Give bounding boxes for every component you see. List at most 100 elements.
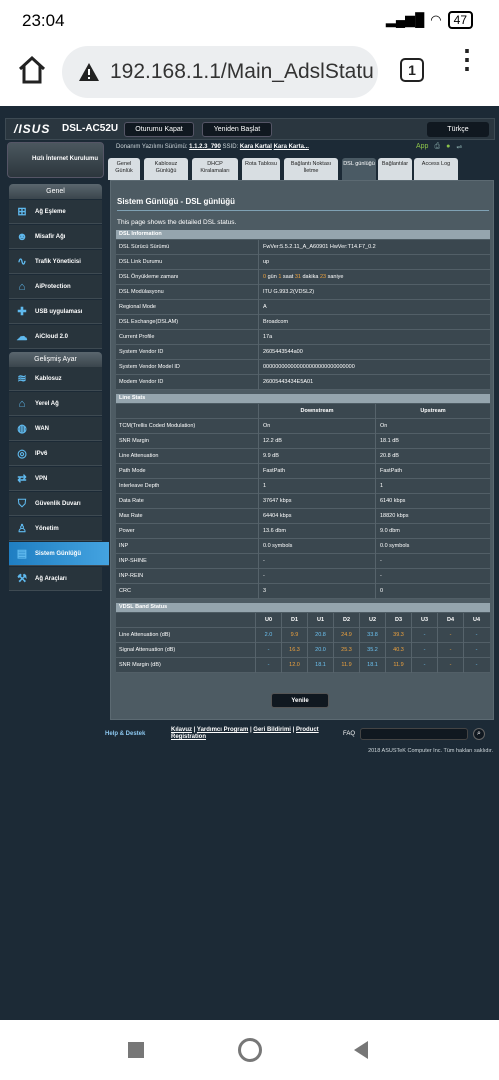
recents-icon[interactable]: [128, 1042, 144, 1058]
row-value: 26005443434E5A01: [258, 375, 490, 390]
downstream-value: 1: [258, 479, 375, 494]
footer-links: Kılavuz | Yardımcı Program | Geri Bildir…: [171, 727, 319, 740]
warning-icon[interactable]: [78, 62, 100, 82]
log-tab[interactable]: DSL günlüğü: [342, 158, 376, 180]
sidebar-item-label: Yerel Ağ: [35, 400, 59, 407]
band-value: -: [437, 658, 463, 673]
app-icon[interactable]: App: [416, 143, 428, 151]
table-row: Current Profile 17a: [116, 330, 490, 345]
upstream-header: Upstream: [375, 404, 490, 419]
dsl-info-header: DSL Information: [116, 230, 490, 239]
row-label: TCM(Trellis Coded Modulation): [119, 423, 196, 429]
back-icon[interactable]: [352, 1040, 370, 1060]
table-row: Max Rate 64404 kbps 18820 kbps: [116, 509, 490, 524]
quick-setup-button[interactable]: Hızlı İnternet Kurulumu: [7, 142, 104, 178]
sidebar-item[interactable]: ☁ AiCloud 2.0: [9, 325, 102, 349]
feedback-link[interactable]: Geri Bildirimi: [253, 727, 291, 733]
table-row: TCM(Trellis Coded Modulation) On On: [116, 419, 490, 434]
sidebar-item[interactable]: ⛉ Güvenlik Duvarı: [9, 492, 102, 516]
band-value: 11.9: [333, 658, 359, 673]
row-label: INP: [119, 543, 129, 549]
table-row: Path Mode FastPath FastPath: [116, 464, 490, 479]
sidebar-item[interactable]: ≋ Kablosuz: [9, 367, 102, 391]
row-label: DSL Modülasyonu: [119, 289, 164, 295]
sidebar-item[interactable]: ▤ Sistem Günlüğü: [9, 542, 109, 566]
row-value: ITU G.993.2(VDSL2): [258, 285, 490, 300]
overflow-menu-icon[interactable]: ⋮: [454, 46, 480, 72]
sidebar-item[interactable]: ☻ Misafir Ağı: [9, 225, 102, 249]
refresh-button[interactable]: Yenile: [271, 693, 329, 708]
sidebar-item[interactable]: ∿ Trafik Yöneticisi: [9, 250, 102, 274]
downstream-value: 37647 kbps: [258, 494, 375, 509]
upstream-value: 9.0 dbm: [375, 524, 490, 539]
home-icon[interactable]: [16, 54, 48, 86]
table-row: System Vendor Model ID 000000000000000000…: [116, 360, 490, 375]
sidebar-item[interactable]: ⚒ Ağ Araçları: [9, 567, 102, 591]
internet-status-icon[interactable]: ●: [446, 143, 450, 151]
sidebar-item-label: AiProtection: [35, 283, 71, 290]
log-tab[interactable]: Rota Tablosu: [242, 158, 280, 180]
faq-search-input[interactable]: [360, 728, 468, 740]
faq-label: FAQ: [343, 731, 356, 737]
sidebar-item[interactable]: ◍ WAN: [9, 417, 102, 441]
band-row: SNR Margin (dB) -12.0 18.1 11.9 18.1 11.9- - -: [116, 658, 490, 673]
system-log-icon: ▤: [16, 547, 28, 560]
language-select[interactable]: Türkçe: [427, 122, 489, 137]
row-label: Data Rate: [119, 498, 144, 504]
footer: Help & Destek Kılavuz | Yardımcı Program…: [105, 726, 495, 744]
help-support-link[interactable]: Help & Destek: [105, 731, 145, 737]
log-tab[interactable]: DHCP Kiralamaları: [192, 158, 238, 180]
usb-icon[interactable]: ⇌: [456, 143, 462, 151]
manual-link[interactable]: Kılavuz: [171, 727, 192, 733]
sidebar-item[interactable]: ⌂ Yerel Ağ: [9, 392, 102, 416]
url-text[interactable]: 192.168.1.1/Main_AdslStatu: [110, 60, 374, 84]
downstream-value: 0.0 symbols: [258, 539, 375, 554]
wan-icon: ◍: [17, 422, 27, 435]
sidebar-item[interactable]: ⇄ VPN: [9, 467, 102, 491]
ssid-link-1[interactable]: Kara Kartal: [240, 144, 272, 150]
row-label: Max Rate: [119, 513, 143, 519]
table-row: Modem Vendor ID 26005443434E5A01: [116, 375, 490, 390]
log-tab[interactable]: Bağlantılar: [378, 158, 412, 180]
log-tab[interactable]: Bağlantı Noktası İletme: [284, 158, 338, 180]
tab-switcher-button[interactable]: 1: [400, 58, 424, 82]
address-bar[interactable]: 192.168.1.1/Main_AdslStatu: [62, 46, 378, 98]
general-section-header: Genel: [9, 184, 102, 199]
band-value: 2.0: [255, 628, 281, 643]
sidebar-item[interactable]: ✚ USB uygulaması: [9, 300, 102, 324]
downstream-header: Downstream: [258, 404, 375, 419]
firewall-icon: ⛉: [17, 497, 27, 510]
band-header: D1: [281, 613, 307, 628]
router-top-bar: /ISUS DSL-AC52U Oturumu Kapat Yeniden Ba…: [5, 118, 495, 140]
table-row: DSL Exchange(DSLAM) Broadcom: [116, 315, 490, 330]
printer-icon[interactable]: ⎙: [434, 143, 440, 151]
upstream-value: 18.1 dB: [375, 434, 490, 449]
utility-link[interactable]: Yardımcı Program: [197, 727, 248, 733]
logout-button[interactable]: Oturumu Kapat: [124, 122, 194, 137]
copyright: 2018 ASUSTeK Computer Inc. Tüm hakları s…: [368, 748, 493, 754]
home-nav-icon[interactable]: [238, 1038, 262, 1062]
sidebar-item[interactable]: ⌂ AiProtection: [9, 275, 102, 299]
row-label: Path Mode: [119, 468, 146, 474]
sidebar-item-label: AiCloud 2.0: [35, 333, 69, 340]
log-tab[interactable]: Genel Günlük: [108, 158, 140, 180]
log-tab[interactable]: Kablosuz Günlüğü: [144, 158, 188, 180]
band-value: -: [463, 628, 489, 643]
downstream-value: 9.9 dB: [258, 449, 375, 464]
phone-status-bar: 23:04 ▂▄▆█ ◠ 47: [0, 0, 499, 40]
table-row: DSL Modülasyonu ITU G.993.2(VDSL2): [116, 285, 490, 300]
row-value: Broadcom: [258, 315, 490, 330]
log-tab[interactable]: Access Log: [414, 158, 458, 180]
row-value: 0 gün 1 saat 31 dakika 23 saniye: [258, 270, 490, 285]
upstream-value: 20.8 dB: [375, 449, 490, 464]
sidebar-item[interactable]: ♙ Yönetim: [9, 517, 102, 541]
ssid-link-2[interactable]: Kara Karta...: [274, 144, 309, 150]
sidebar-item[interactable]: ◎ IPv6: [9, 442, 102, 466]
band-value: 39.3: [385, 628, 411, 643]
reboot-button[interactable]: Yeniden Başlat: [202, 122, 272, 137]
sidebar-item-label: Ağ Araçları: [35, 575, 67, 582]
search-icon[interactable]: ⌕: [473, 728, 485, 740]
band-header: D4: [437, 613, 463, 628]
sidebar-item[interactable]: ⊞ Ağ Eşleme: [9, 200, 102, 224]
firmware-version-link[interactable]: 1.1.2.3_790: [189, 144, 221, 150]
